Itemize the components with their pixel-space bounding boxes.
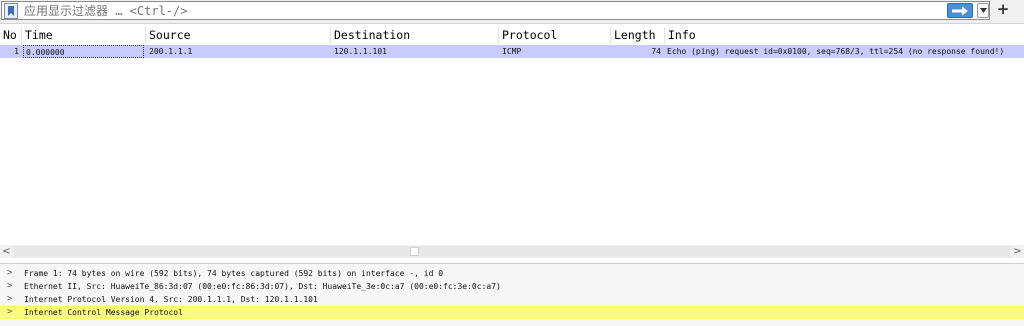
packet-info: Echo (ping) request id=0x0100, seq=768/3… — [667, 47, 1005, 56]
packet-protocol: ICMP — [502, 47, 522, 56]
packet-length: 74 — [651, 47, 661, 56]
packet-no: 1 — [14, 47, 19, 56]
packet-list-hscrollbar[interactable]: < > — [0, 245, 1024, 258]
detail-row-ethernet[interactable]: > Ethernet II, Src: HuaweiTe_86:3d:07 (0… — [0, 280, 1024, 293]
bookmark-icon[interactable] — [4, 3, 18, 19]
column-header-time[interactable]: Time — [22, 27, 146, 44]
expand-chevron-icon[interactable]: > — [7, 293, 12, 306]
scroll-left-arrow[interactable]: < — [0, 245, 13, 258]
display-filter-box[interactable] — [1, 1, 990, 20]
packet-list-header: No Time Source Destination Protocol Leng… — [0, 27, 1024, 44]
column-header-source[interactable]: Source — [146, 27, 331, 44]
detail-row-ip[interactable]: > Internet Protocol Version 4, Src: 200.… — [0, 293, 1024, 306]
apply-filter-button[interactable] — [947, 3, 973, 18]
packet-source: 200.1.1.1 — [149, 47, 193, 56]
detail-text: Ethernet II, Src: HuaweiTe_86:3d:07 (00:… — [24, 282, 501, 291]
expand-chevron-icon[interactable]: > — [7, 267, 12, 280]
column-header-length[interactable]: Length — [611, 27, 665, 44]
packet-row[interactable]: 1 0.000000 200.1.1.1 120.1.1.101 ICMP 74… — [0, 45, 1024, 58]
scroll-track[interactable] — [14, 246, 1010, 257]
packet-time: 0.000000 — [23, 45, 144, 58]
expand-chevron-icon[interactable]: > — [7, 306, 12, 319]
column-header-destination[interactable]: Destination — [331, 27, 499, 44]
add-filter-button[interactable]: + — [996, 2, 1010, 18]
column-header-info[interactable]: Info — [665, 27, 1024, 44]
arrow-right-icon — [952, 6, 968, 15]
chevron-down-icon — [979, 8, 987, 13]
column-header-protocol[interactable]: Protocol — [499, 27, 611, 44]
display-filter-input[interactable] — [24, 2, 924, 19]
scroll-thumb[interactable] — [410, 247, 419, 256]
detail-text: Internet Control Message Protocol — [24, 308, 183, 317]
detail-row-frame[interactable]: > Frame 1: 74 bytes on wire (592 bits), … — [0, 267, 1024, 280]
column-header-no[interactable]: No — [0, 27, 22, 44]
display-filter-toolbar: + — [0, 0, 1024, 24]
detail-row-icmp[interactable]: > Internet Control Message Protocol — [0, 306, 1024, 319]
packet-destination: 120.1.1.101 — [334, 47, 387, 56]
filter-history-dropdown[interactable] — [977, 3, 989, 18]
expand-chevron-icon[interactable]: > — [7, 280, 12, 293]
detail-text: Internet Protocol Version 4, Src: 200.1.… — [24, 295, 318, 304]
packet-details-pane: > Frame 1: 74 bytes on wire (592 bits), … — [0, 263, 1024, 326]
scroll-right-arrow[interactable]: > — [1011, 245, 1024, 258]
detail-text: Frame 1: 74 bytes on wire (592 bits), 74… — [24, 269, 444, 278]
